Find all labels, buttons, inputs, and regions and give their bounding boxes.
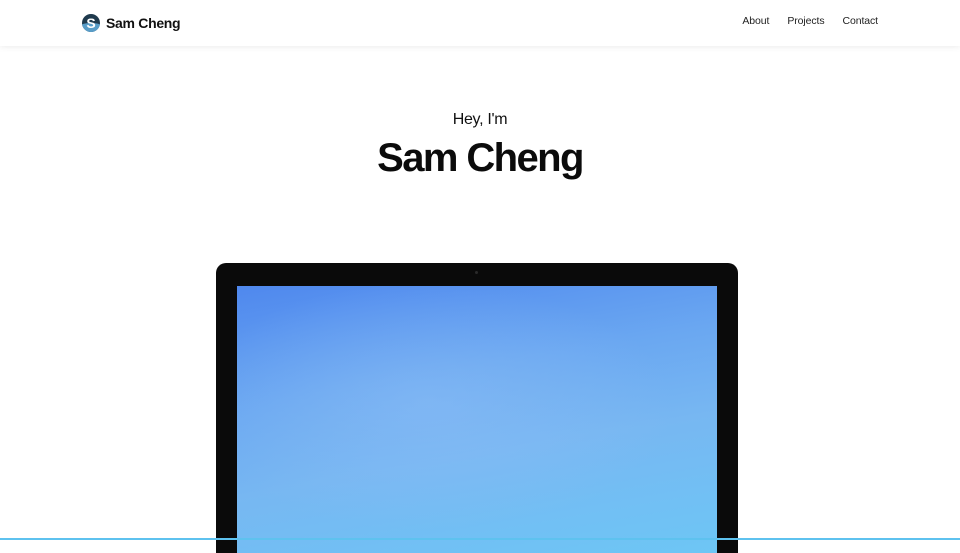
logo-letter: S — [86, 15, 96, 31]
hero-greeting: Hey, I'm — [452, 111, 508, 128]
nav-link-about[interactable]: About — [742, 15, 769, 27]
brand-name: Sam Cheng — [106, 15, 181, 31]
logo-icon: S — [82, 14, 100, 32]
brand-home-link[interactable]: S Sam Cheng — [82, 13, 181, 33]
webcam-icon — [475, 271, 478, 274]
laptop-screen-wallpaper — [237, 286, 717, 553]
nav-link-contact[interactable]: Contact — [843, 15, 879, 27]
nav-links: About Projects Contact — [742, 15, 878, 27]
nav-link-projects[interactable]: Projects — [787, 15, 824, 27]
laptop-mockup — [216, 263, 738, 553]
top-navbar: S Sam Cheng About Projects Contact — [0, 0, 960, 46]
hero-name: Sam Cheng — [377, 136, 584, 180]
